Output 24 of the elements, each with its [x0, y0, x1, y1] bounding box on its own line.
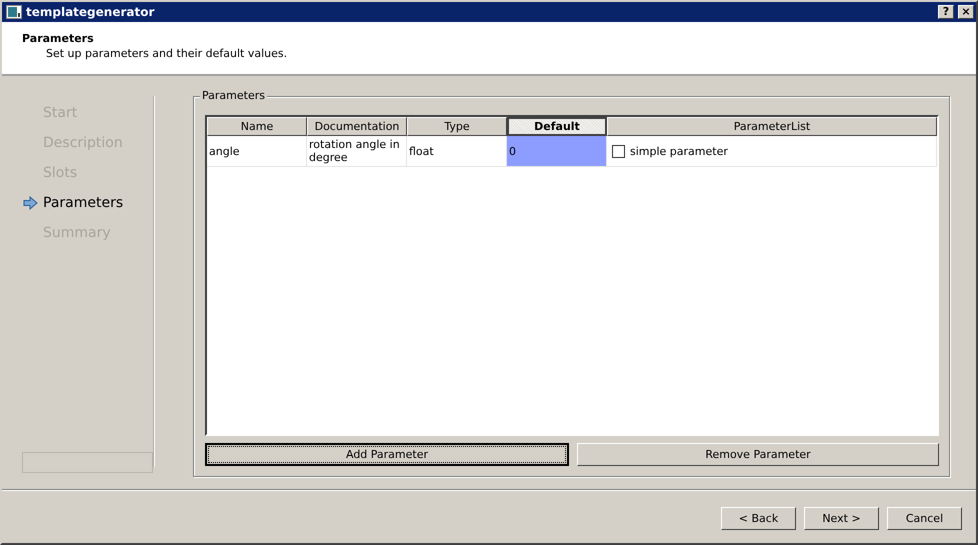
checkbox[interactable] [612, 144, 625, 158]
window-title: templategenerator [26, 5, 154, 19]
column-header[interactable]: Type [407, 117, 507, 136]
column-header[interactable]: Default [507, 117, 607, 136]
table-action-button[interactable]: Add Parameter [205, 443, 569, 466]
table-action-button[interactable]: Remove Parameter [577, 443, 939, 466]
app-icon [6, 5, 22, 19]
group-title: Parameters [200, 89, 267, 102]
table-cell: angle [207, 136, 307, 166]
page-subtitle: Set up parameters and their default values. [45, 47, 288, 60]
column-header[interactable]: ParameterList [607, 117, 937, 136]
column-header[interactable]: Name [207, 117, 307, 136]
arrow-icon [23, 196, 38, 210]
checkbox-label: simple parameter [630, 144, 728, 158]
wizard-step: Parameters [43, 194, 124, 210]
help-button[interactable]: ? [938, 5, 954, 19]
wizard-button[interactable]: Next > [804, 506, 879, 530]
table-cell[interactable]: 0 [507, 136, 607, 166]
close-button[interactable]: × [958, 5, 974, 19]
page-title: Parameters [22, 32, 95, 45]
wizard-button[interactable]: < Back [721, 506, 796, 530]
column-header[interactable]: Documentation [307, 117, 407, 136]
table-cell: rotation angle in degree [307, 136, 407, 166]
wizard-button[interactable]: Cancel [887, 506, 962, 530]
